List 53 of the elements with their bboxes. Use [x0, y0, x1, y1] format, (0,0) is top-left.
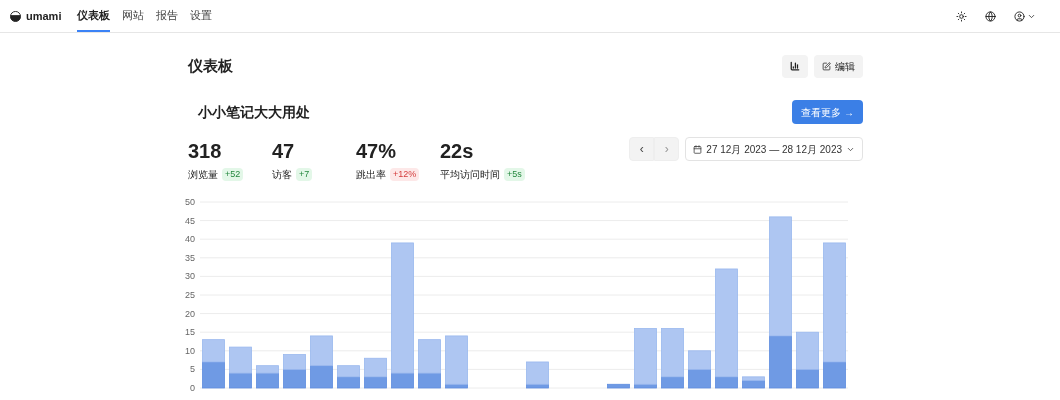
view-more-button[interactable]: 查看更多 →	[792, 100, 863, 124]
axis-tick-label: 35	[185, 252, 195, 263]
chart-bar	[337, 365, 360, 378]
app-name: umami	[26, 8, 62, 24]
chart-bar	[202, 339, 225, 363]
theme-icon[interactable]	[956, 10, 967, 22]
metric-label: 跳出率	[356, 168, 386, 182]
chart-bar	[310, 335, 333, 367]
language-icon[interactable]	[985, 10, 996, 22]
change-badge: +12%	[390, 167, 420, 182]
chart-bar	[310, 365, 333, 389]
axis-tick-label: 20	[185, 308, 195, 319]
chart-bar	[202, 361, 225, 389]
chart-bar	[688, 369, 711, 389]
change-badge: +7	[296, 167, 313, 182]
nav-tab[interactable]: 设置	[190, 0, 213, 32]
axis-tick-label: 10	[185, 345, 195, 356]
nav-tab[interactable]: 报告	[156, 0, 179, 32]
website-name: 小小笔记大大用处	[198, 102, 310, 122]
edit-button[interactable]: 编辑	[814, 54, 863, 78]
axis-tick-label: 40	[185, 234, 195, 245]
chart-button[interactable]	[782, 54, 808, 78]
axis-tick-label: 30	[185, 271, 195, 282]
page-title: 仪表板	[188, 55, 233, 76]
profile-button[interactable]	[1014, 10, 1036, 22]
metric-value: 47	[272, 139, 296, 163]
previous-button[interactable]: ‹	[629, 137, 655, 161]
edit-icon	[822, 61, 831, 71]
metric-value: 22s	[440, 139, 475, 163]
calendar-icon	[693, 144, 703, 154]
axis-tick-label: 25	[185, 290, 195, 300]
user-icon	[1014, 10, 1025, 22]
change-badge: +52	[222, 167, 244, 182]
chart-bar	[607, 383, 630, 389]
metric-label: 访客	[272, 168, 292, 182]
metric-label: 浏览量	[188, 168, 218, 182]
metric-value: 47%	[356, 139, 398, 163]
axis-tick-label: 45	[185, 215, 195, 226]
chart-bar	[688, 350, 711, 370]
change-badge: +5s	[504, 167, 525, 182]
chart-bar	[283, 369, 306, 389]
metric-value: 318	[188, 139, 223, 163]
chart-bar	[283, 354, 306, 370]
axis-tick-label: 0	[190, 383, 195, 393]
axis-tick-label: 5	[190, 364, 195, 375]
axis-tick-label: 15	[185, 327, 195, 338]
date-range-picker[interactable]: 27 12月 2023 — 28 12月 2023	[685, 137, 863, 161]
nav-tab[interactable]: 仪表板	[77, 0, 111, 32]
bar-chart-icon	[790, 61, 800, 71]
axis-tick-label: 50	[185, 197, 195, 207]
metric-label: 平均访问时间	[440, 168, 500, 182]
logo-icon	[10, 10, 21, 22]
nav-tab[interactable]: 网站	[122, 0, 145, 32]
